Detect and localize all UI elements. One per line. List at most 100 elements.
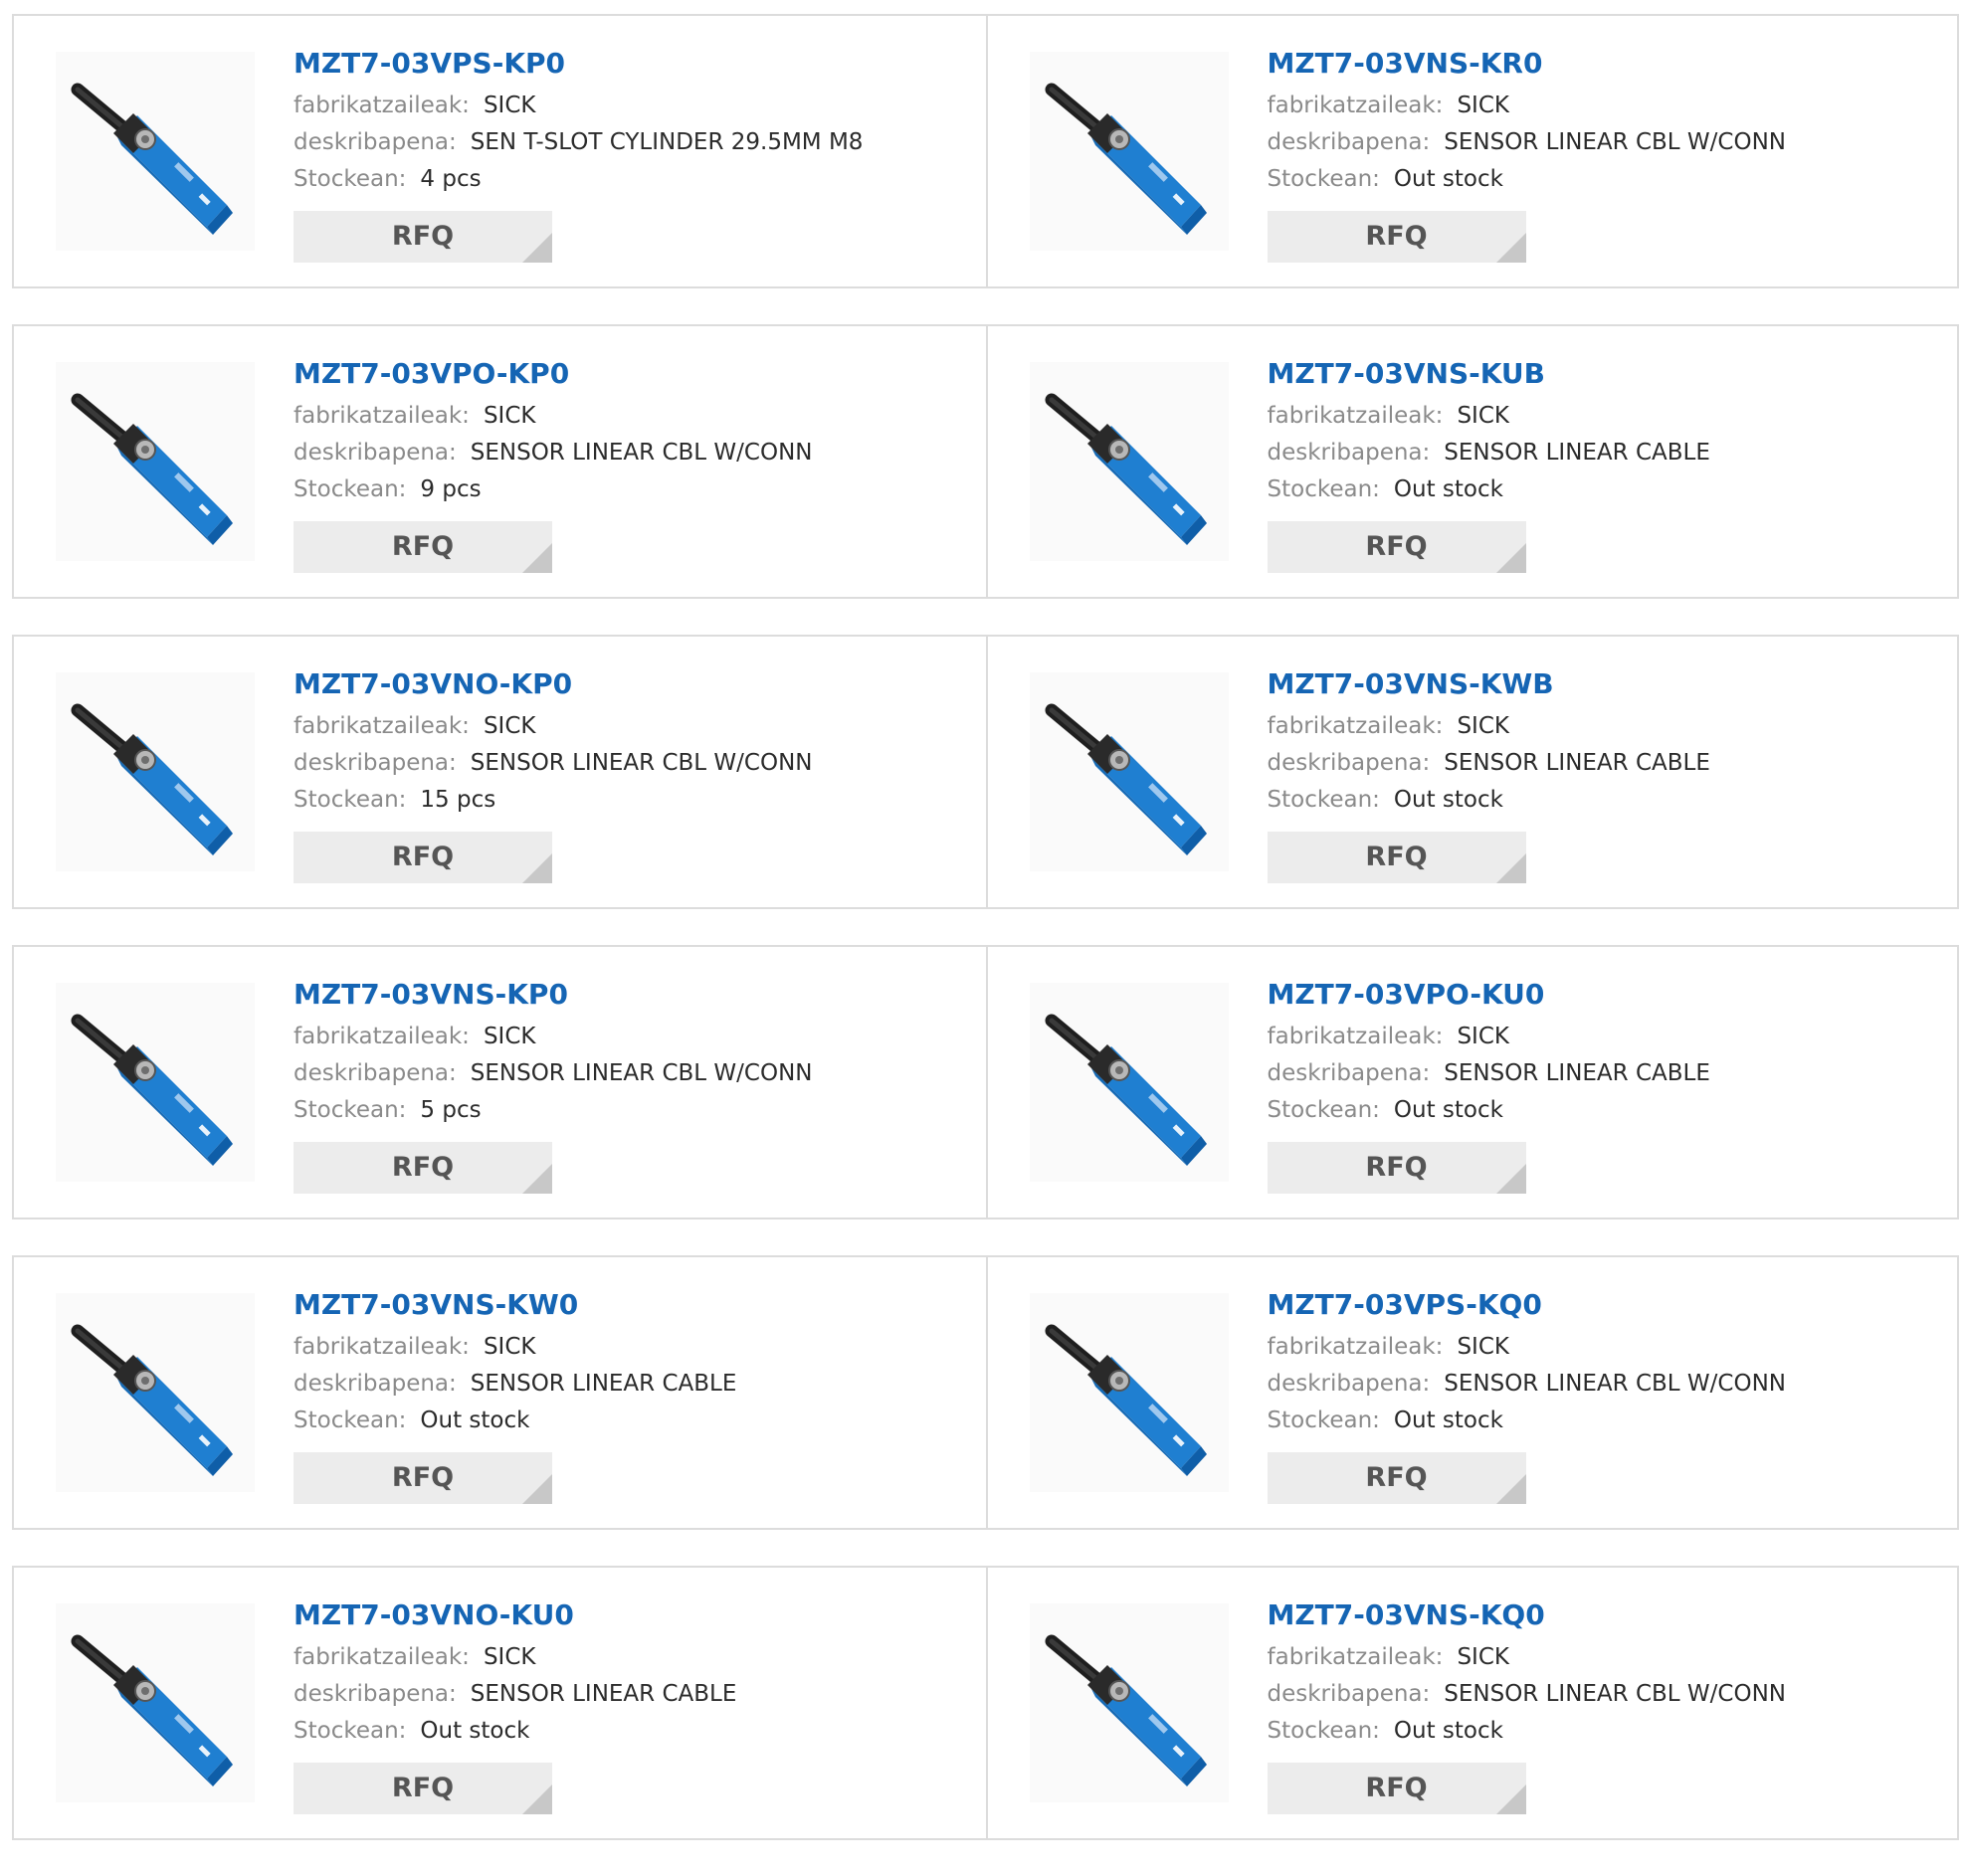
manufacturer-label: fabrikatzaileak:	[294, 1334, 470, 1360]
stock-value: 4 pcs	[420, 166, 482, 192]
product-image[interactable]	[1029, 1293, 1229, 1492]
description-row: deskribapena: SENSOR LINEAR CABLE	[1268, 1055, 1710, 1092]
manufacturer-label: fabrikatzaileak:	[1267, 1024, 1444, 1049]
manufacturer-label: fabrikatzaileak:	[1267, 713, 1444, 739]
stock-label: Stockean:	[294, 166, 407, 192]
stock-label: Stockean:	[1267, 476, 1380, 502]
product-title-link[interactable]: MZT7-03VPS-KP0	[294, 44, 863, 84]
rfq-button-label: RFQ	[1365, 1462, 1428, 1493]
manufacturer-value: SICK	[1457, 1334, 1509, 1360]
product-title-link[interactable]: MZT7-03VPS-KQ0	[1268, 1285, 1787, 1325]
product-title-link[interactable]: MZT7-03VNS-KWB	[1268, 664, 1710, 704]
manufacturer-label: fabrikatzaileak:	[1267, 93, 1444, 118]
rfq-button[interactable]: RFQ	[294, 1452, 552, 1504]
rfq-button-label: RFQ	[1365, 531, 1428, 562]
corner-triangle-icon	[522, 233, 552, 263]
product-info: MZT7-03VNO-KP0 fabrikatzaileak: SICK desk…	[294, 664, 813, 883]
product-title-link[interactable]: MZT7-03VNO-KU0	[294, 1595, 736, 1635]
product-title-link[interactable]: MZT7-03VNS-KQ0	[1268, 1595, 1787, 1635]
stock-value: Out stock	[1393, 476, 1503, 502]
description-label: deskribapena:	[1267, 129, 1431, 155]
rfq-button[interactable]: RFQ	[1267, 1452, 1526, 1504]
product-image[interactable]	[1029, 672, 1229, 871]
product-image[interactable]	[56, 983, 255, 1182]
rfq-button[interactable]: RFQ	[1267, 1763, 1526, 1814]
stock-label: Stockean:	[1267, 166, 1380, 192]
product-card: MZT7-03VPS-KQ0 fabrikatzaileak: SICK desk…	[985, 1257, 1958, 1528]
product-image[interactable]	[1029, 1603, 1229, 1802]
rfq-button[interactable]: RFQ	[294, 521, 552, 573]
description-label: deskribapena:	[1267, 1681, 1431, 1707]
rfq-button-label: RFQ	[1365, 1773, 1428, 1803]
description-value: SENSOR LINEAR CABLE	[470, 1681, 737, 1707]
stock-value: Out stock	[420, 1718, 530, 1744]
sensor-image-icon	[1029, 1603, 1229, 1802]
description-label: deskribapena:	[294, 1681, 457, 1707]
product-title-link[interactable]: MZT7-03VNO-KP0	[294, 664, 813, 704]
description-row: deskribapena: SENSOR LINEAR CABLE	[1268, 745, 1710, 782]
manufacturer-row: fabrikatzaileak: SICK	[1268, 1019, 1710, 1055]
product-title-link[interactable]: MZT7-03VNS-KR0	[1268, 44, 1787, 84]
product-card: MZT7-03VNS-KUB fabrikatzaileak: SICK desk…	[985, 326, 1958, 597]
product-image[interactable]	[1029, 983, 1229, 1182]
product-image[interactable]	[56, 1293, 255, 1492]
product-image[interactable]	[1029, 362, 1229, 561]
product-info: MZT7-03VPO-KU0 fabrikatzaileak: SICK desk…	[1267, 975, 1710, 1194]
product-image[interactable]	[56, 362, 255, 561]
stock-value: Out stock	[1393, 1718, 1503, 1744]
manufacturer-value: SICK	[483, 403, 536, 429]
product-info: MZT7-03VNS-KR0 fabrikatzaileak: SICK desk…	[1267, 44, 1787, 263]
description-row: deskribapena: SENSOR LINEAR CBL W/CONN	[294, 435, 813, 471]
product-title-link[interactable]: MZT7-03VPO-KP0	[294, 354, 813, 394]
corner-triangle-icon	[1495, 853, 1526, 883]
description-row: deskribapena: SENSOR LINEAR CBL W/CONN	[1268, 1366, 1787, 1403]
manufacturer-value: SICK	[1457, 713, 1509, 739]
manufacturer-row: fabrikatzaileak: SICK	[294, 398, 813, 435]
rfq-button[interactable]: RFQ	[294, 1142, 552, 1194]
stock-row: Stockean: Out stock	[1268, 782, 1710, 819]
corner-triangle-icon	[1495, 233, 1526, 263]
stock-row: Stockean: Out stock	[1268, 1403, 1787, 1439]
sensor-image-icon	[1029, 362, 1229, 561]
description-value: SENSOR LINEAR CABLE	[1444, 440, 1710, 466]
product-card: MZT7-03VPO-KU0 fabrikatzaileak: SICK desk…	[985, 947, 1958, 1218]
product-image[interactable]	[1029, 52, 1229, 251]
rfq-button[interactable]: RFQ	[294, 211, 552, 263]
stock-label: Stockean:	[294, 1718, 407, 1744]
product-title-link[interactable]: MZT7-03VPO-KU0	[1268, 975, 1710, 1015]
description-value: SENSOR LINEAR CABLE	[1444, 750, 1710, 776]
product-title-link[interactable]: MZT7-03VNS-KP0	[294, 975, 813, 1015]
product-row: MZT7-03VNO-KP0 fabrikatzaileak: SICK desk…	[12, 635, 1959, 909]
description-row: deskribapena: SENSOR LINEAR CBL W/CONN	[1268, 124, 1787, 161]
manufacturer-label: fabrikatzaileak:	[294, 403, 470, 429]
stock-label: Stockean:	[294, 787, 407, 813]
manufacturer-value: SICK	[1457, 93, 1509, 118]
product-card: MZT7-03VPO-KP0 fabrikatzaileak: SICK desk…	[14, 326, 986, 597]
description-label: deskribapena:	[294, 750, 457, 776]
rfq-button[interactable]: RFQ	[294, 832, 552, 883]
description-value: SENSOR LINEAR CBL W/CONN	[470, 750, 813, 776]
sensor-image-icon	[1029, 983, 1229, 1182]
rfq-button[interactable]: RFQ	[1267, 521, 1526, 573]
product-image[interactable]	[56, 52, 255, 251]
rfq-button-label: RFQ	[391, 1152, 455, 1183]
stock-value: 5 pcs	[420, 1097, 482, 1123]
rfq-button-label: RFQ	[391, 531, 455, 562]
stock-value: 9 pcs	[420, 476, 482, 502]
product-grid: MZT7-03VPS-KP0 fabrikatzaileak: SICK desk…	[12, 14, 1959, 1876]
description-label: deskribapena:	[294, 440, 457, 466]
rfq-button[interactable]: RFQ	[1267, 832, 1526, 883]
product-info: MZT7-03VNS-KUB fabrikatzaileak: SICK desk…	[1267, 354, 1710, 573]
rfq-button-label: RFQ	[391, 1773, 455, 1803]
product-image[interactable]	[56, 1603, 255, 1802]
product-title-link[interactable]: MZT7-03VNS-KUB	[1268, 354, 1710, 394]
product-image[interactable]	[56, 672, 255, 871]
description-label: deskribapena:	[294, 1371, 457, 1397]
rfq-button[interactable]: RFQ	[1267, 211, 1526, 263]
sensor-image-icon	[56, 1293, 255, 1492]
manufacturer-value: SICK	[483, 1334, 536, 1360]
rfq-button[interactable]: RFQ	[1267, 1142, 1526, 1194]
product-info: MZT7-03VNS-KP0 fabrikatzaileak: SICK desk…	[294, 975, 813, 1194]
product-title-link[interactable]: MZT7-03VNS-KW0	[294, 1285, 736, 1325]
rfq-button[interactable]: RFQ	[294, 1763, 552, 1814]
